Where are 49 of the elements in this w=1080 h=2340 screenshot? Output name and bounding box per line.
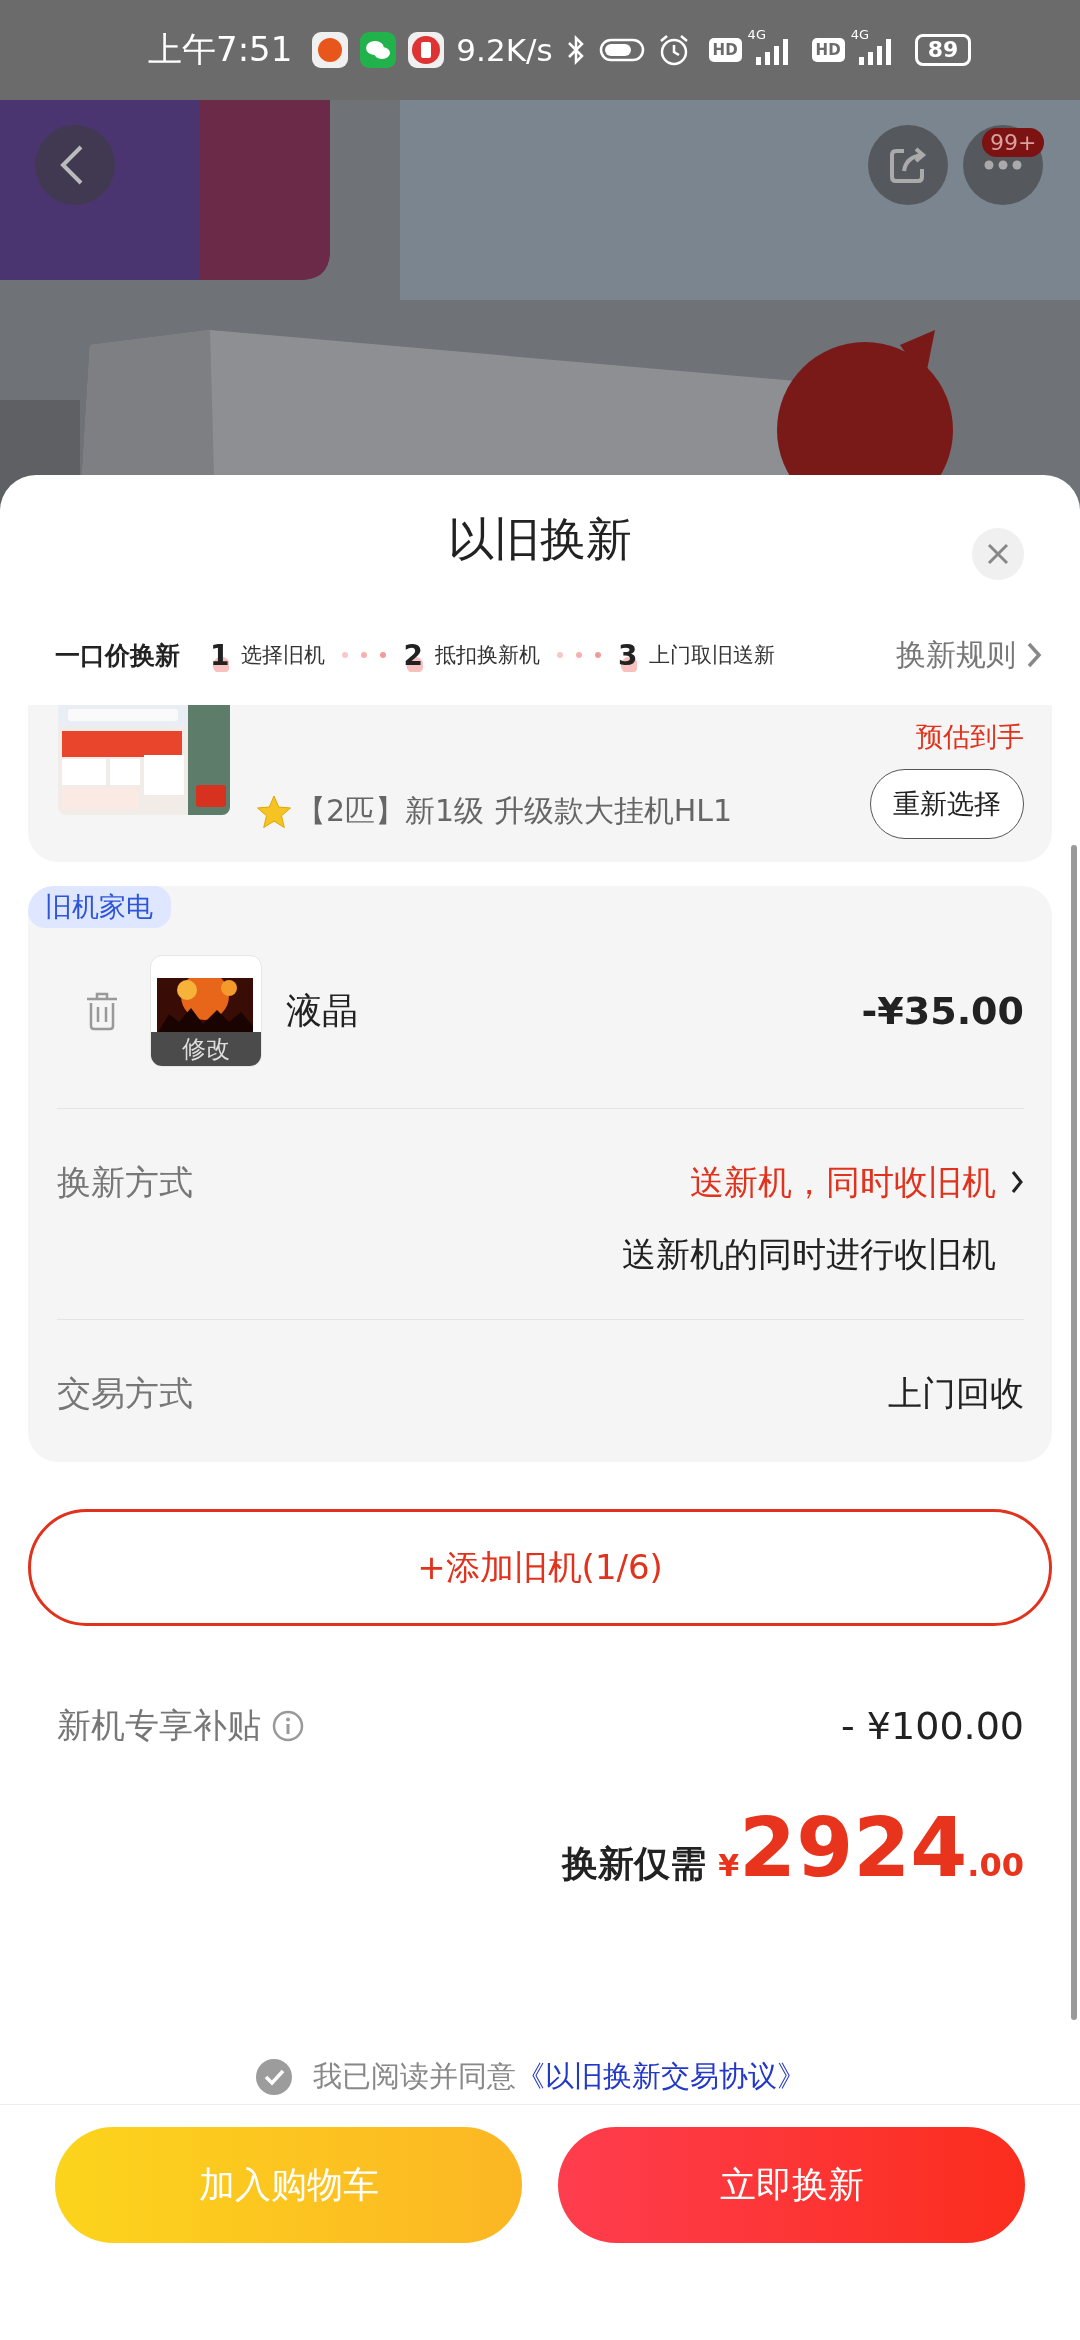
- chevron-right-icon: [1010, 1169, 1024, 1195]
- subsidy-label: 新机专享补贴: [57, 1704, 261, 1747]
- chevron-right-icon: [1026, 641, 1042, 669]
- row-label: 换新方式: [57, 1161, 193, 1204]
- dots-separator-icon: [555, 651, 602, 659]
- rules-link[interactable]: 换新规则: [896, 634, 1042, 676]
- trade-in-button[interactable]: 立即换新: [558, 2127, 1025, 2243]
- chat-app-icon: [360, 32, 397, 68]
- subsidy-amount: - ¥100.00: [841, 1704, 1024, 1748]
- sheet-title: 以旧换新: [448, 511, 632, 568]
- option-link[interactable]: 送新机，同时收旧机: [690, 1159, 1024, 1205]
- agreement-text: 我已阅读并同意《以旧换新交易协议》: [312, 2058, 806, 2095]
- trash-icon[interactable]: [84, 991, 120, 1031]
- step-label: 选择旧机: [241, 642, 326, 669]
- step-label: 抵扣换新机: [434, 642, 540, 669]
- share-button[interactable]: [868, 125, 948, 205]
- estimate-label: 预估到手: [916, 720, 1024, 754]
- app-icon: [408, 32, 445, 68]
- agree-checkbox[interactable]: [254, 2058, 293, 2096]
- info-icon[interactable]: [271, 1709, 305, 1743]
- product-name: 【2匹】新1级 升级款大挂机HL1: [296, 792, 733, 830]
- hd-indicator: HD: [811, 38, 845, 62]
- clock-time: 上午7:51: [148, 28, 293, 71]
- network-type: 4G: [850, 27, 869, 42]
- steps-title: 一口价换新: [55, 639, 180, 672]
- network-speed: 9.2K/s: [456, 32, 553, 68]
- step-label: 上门取旧送新: [649, 642, 776, 669]
- total-label: 换新仅需: [562, 1842, 707, 1886]
- option-description: 送新机的同时进行收旧机: [622, 1233, 996, 1276]
- trade-in-price: -¥35.00: [861, 989, 1024, 1033]
- add-appliance-button[interactable]: +添加旧机(1/6): [28, 1509, 1052, 1626]
- edit-button[interactable]: 修改: [151, 1032, 261, 1066]
- back-button[interactable]: [35, 125, 115, 205]
- total-price: ¥2924.00: [718, 1800, 1024, 1895]
- toggle-icon: [598, 37, 645, 63]
- app-icon: [312, 32, 349, 68]
- reselect-button[interactable]: 重新选择: [870, 769, 1024, 839]
- row-label: 交易方式: [57, 1372, 193, 1415]
- appliance-name: 液晶: [286, 988, 358, 1033]
- dots-separator-icon: [341, 651, 388, 659]
- close-button[interactable]: [972, 528, 1024, 580]
- agreement-link[interactable]: 《以旧换新交易协议》: [515, 2059, 806, 2093]
- network-type: 4G: [747, 27, 766, 42]
- notification-badge: 99+: [982, 128, 1045, 157]
- battery-indicator: 89: [914, 34, 972, 66]
- hd-indicator: HD: [708, 38, 742, 62]
- star-icon: [256, 793, 292, 830]
- category-tag: 旧机家电: [28, 886, 171, 928]
- row-value: 上门回收: [888, 1372, 1024, 1415]
